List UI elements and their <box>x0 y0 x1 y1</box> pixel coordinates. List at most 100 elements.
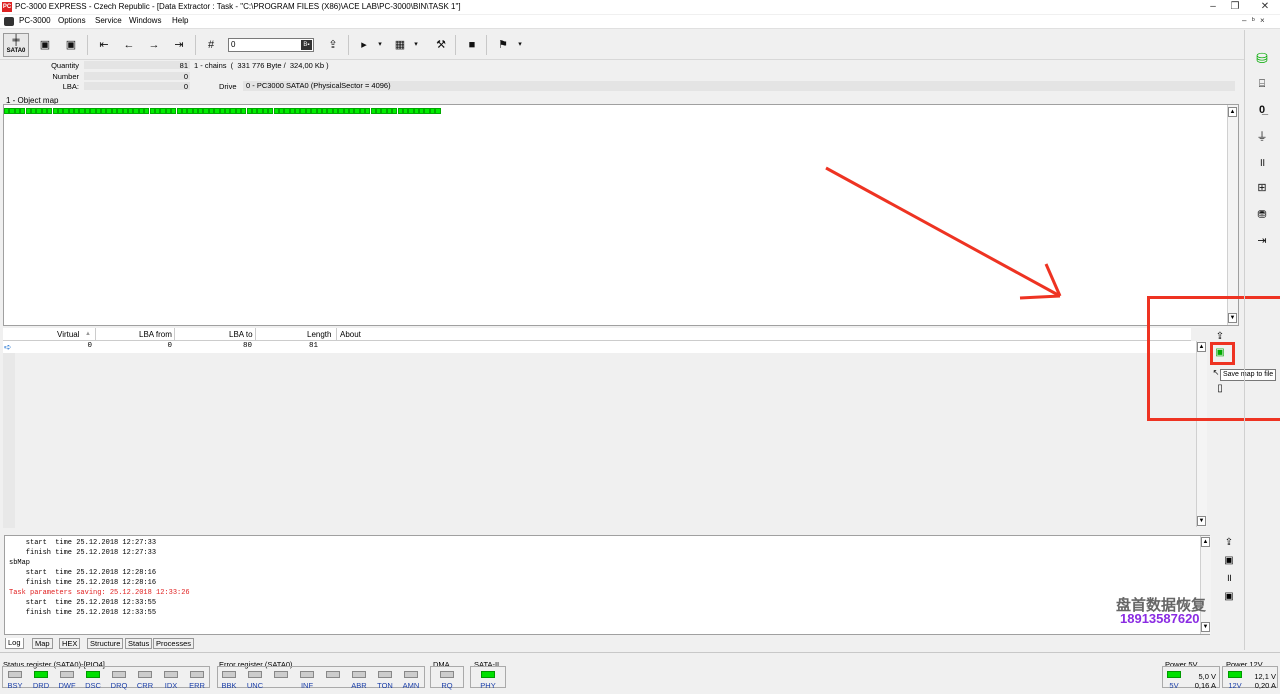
menu-pc3000[interactable]: PC-3000 <box>19 16 51 25</box>
restore-button[interactable]: ❐ <box>1226 1 1244 13</box>
quantity-label: Quantity <box>51 61 79 70</box>
grid-icon[interactable]: ▦ <box>391 35 409 55</box>
mdi-restore-button[interactable]: ᵇ <box>1252 16 1255 25</box>
column-divider[interactable] <box>95 328 96 341</box>
sort-asc-icon: ▲ <box>85 331 91 337</box>
toolbar-separator <box>455 35 456 55</box>
log-panel[interactable] <box>4 535 1210 635</box>
zero-register-icon[interactable]: 0̲ <box>1253 101 1271 119</box>
menu-bar <box>0 15 1280 29</box>
menu-options[interactable]: Options <box>58 16 86 25</box>
log-save-icon[interactable]: ▣ <box>1222 554 1236 568</box>
reset-icon[interactable]: ⌸ <box>1253 75 1271 93</box>
mdi-controls[interactable]: – ᵇ × <box>1242 16 1265 25</box>
tab-status[interactable]: Status <box>125 638 153 649</box>
col-about[interactable]: About <box>340 330 361 339</box>
col-lba-from[interactable]: LBA from <box>139 330 172 339</box>
run-dropdown-icon[interactable]: ▾ <box>515 35 525 55</box>
status-led-label: INF <box>300 681 314 690</box>
log-map-icon[interactable]: ▣ <box>1222 590 1236 604</box>
column-divider[interactable] <box>336 328 337 341</box>
column-divider[interactable] <box>255 328 256 341</box>
drive-map2-icon[interactable]: ▣ <box>62 35 80 55</box>
toolbar-separator <box>87 35 88 55</box>
export-icon[interactable]: ⇪ <box>324 35 342 55</box>
status-led <box>378 671 392 678</box>
go-last-icon[interactable]: ⇥ <box>170 35 188 55</box>
stop-icon[interactable]: ■ <box>463 35 481 55</box>
status-led <box>8 671 22 678</box>
power-icon[interactable]: ⏚ <box>1253 128 1271 146</box>
play-icon[interactable]: ▸ <box>355 35 373 55</box>
status-led-label: BBK <box>221 681 237 690</box>
sata2-phy-led <box>481 671 495 678</box>
connector-icon[interactable]: ⇥ <box>1253 232 1271 250</box>
drive-value: 0 - PC3000 SATA0 (PhysicalSector = 4096) <box>243 81 1235 91</box>
arrow-shaft <box>825 166 1061 298</box>
log-export-icon[interactable]: ⇪ <box>1222 536 1236 550</box>
tab-map[interactable]: Map <box>32 638 53 649</box>
menu-windows[interactable]: Windows <box>129 16 161 25</box>
status-led-label: CRR <box>136 681 154 690</box>
object-map-scrollbar[interactable] <box>1227 105 1238 325</box>
log-scrollbar[interactable] <box>1200 536 1211 634</box>
power12-led-label: 12V <box>1228 681 1242 690</box>
status-led-label: ERR <box>189 681 205 690</box>
scroll-up-icon[interactable]: ▲ <box>1201 537 1210 547</box>
status-led-label: ABR <box>351 681 367 690</box>
disk-db-icon[interactable]: ⛁ <box>1253 49 1271 67</box>
log-line: finish time 25.12.2018 12:27:33 <box>9 549 157 557</box>
column-divider[interactable] <box>174 328 175 341</box>
scroll-down-icon[interactable]: ▼ <box>1201 622 1210 632</box>
run-icon[interactable]: ⚑ <box>494 35 512 55</box>
sata-port-button[interactable]: ╪ SATA0 <box>3 33 29 57</box>
quantity-value: 81 <box>179 61 188 70</box>
go-first-icon[interactable]: ⇤ <box>95 35 113 55</box>
play-dropdown-icon[interactable]: ▾ <box>375 35 385 55</box>
col-virtual[interactable]: Virtual <box>57 330 80 339</box>
scroll-up-icon[interactable]: ▲ <box>1228 107 1237 117</box>
log-pause-icon[interactable]: ॥ <box>1222 572 1236 586</box>
log-line: Task parameters saving: 25.12.2018 12:33… <box>9 589 190 597</box>
status-led-label: UNC <box>246 681 264 690</box>
minimize-button[interactable]: – <box>1204 1 1222 13</box>
toolbar-separator <box>195 35 196 55</box>
mdi-minimize-button[interactable]: – <box>1242 16 1246 25</box>
pc3000-menu-icon[interactable] <box>4 17 14 26</box>
log-line: finish time 25.12.2018 12:28:16 <box>9 579 157 587</box>
sector-icon[interactable]: ⊞ <box>1253 179 1271 197</box>
grid-dropdown-icon[interactable]: ▾ <box>411 35 421 55</box>
goto-number-icon[interactable]: # <box>202 35 220 55</box>
dma-rq-label: RQ <box>441 681 453 690</box>
drive-map-icon[interactable]: ▣ <box>36 35 54 55</box>
col-length[interactable]: Length <box>307 330 331 339</box>
counter-input-button[interactable]: B▪ <box>301 40 312 50</box>
col-lba-to[interactable]: LBA to <box>229 330 253 339</box>
menu-help[interactable]: Help <box>172 16 188 25</box>
go-next-icon[interactable]: → <box>145 35 163 55</box>
tools-icon[interactable]: ⚒ <box>432 35 450 55</box>
status-led <box>190 671 204 678</box>
close-button[interactable]: ✕ <box>1256 1 1274 13</box>
status-led <box>222 671 236 678</box>
scroll-down-icon[interactable]: ▼ <box>1197 516 1206 526</box>
menu-service[interactable]: Service <box>95 16 122 25</box>
mdi-close-button[interactable]: × <box>1260 16 1265 25</box>
disk-close-icon[interactable]: ⛃ <box>1253 206 1271 224</box>
toolbar-separator <box>486 35 487 55</box>
tab-structure[interactable]: Structure <box>87 638 124 649</box>
cell-lba-to: 80 <box>242 342 252 350</box>
log-line: start time 25.12.2018 12:33:55 <box>9 599 157 607</box>
highlight-box <box>1210 342 1235 365</box>
status-led <box>274 671 288 678</box>
pause-icon[interactable]: ॥ <box>1253 154 1271 172</box>
status-led <box>404 671 418 678</box>
tab-hex[interactable]: HEX <box>59 638 81 649</box>
tab-log[interactable]: Log <box>5 638 24 649</box>
go-prev-icon[interactable]: ← <box>120 35 138 55</box>
status-led <box>60 671 74 678</box>
tab-processes[interactable]: Processes <box>153 638 195 649</box>
toolbar-separator <box>348 35 349 55</box>
annotation-arrow <box>825 166 1062 300</box>
table-row[interactable] <box>3 341 1196 353</box>
